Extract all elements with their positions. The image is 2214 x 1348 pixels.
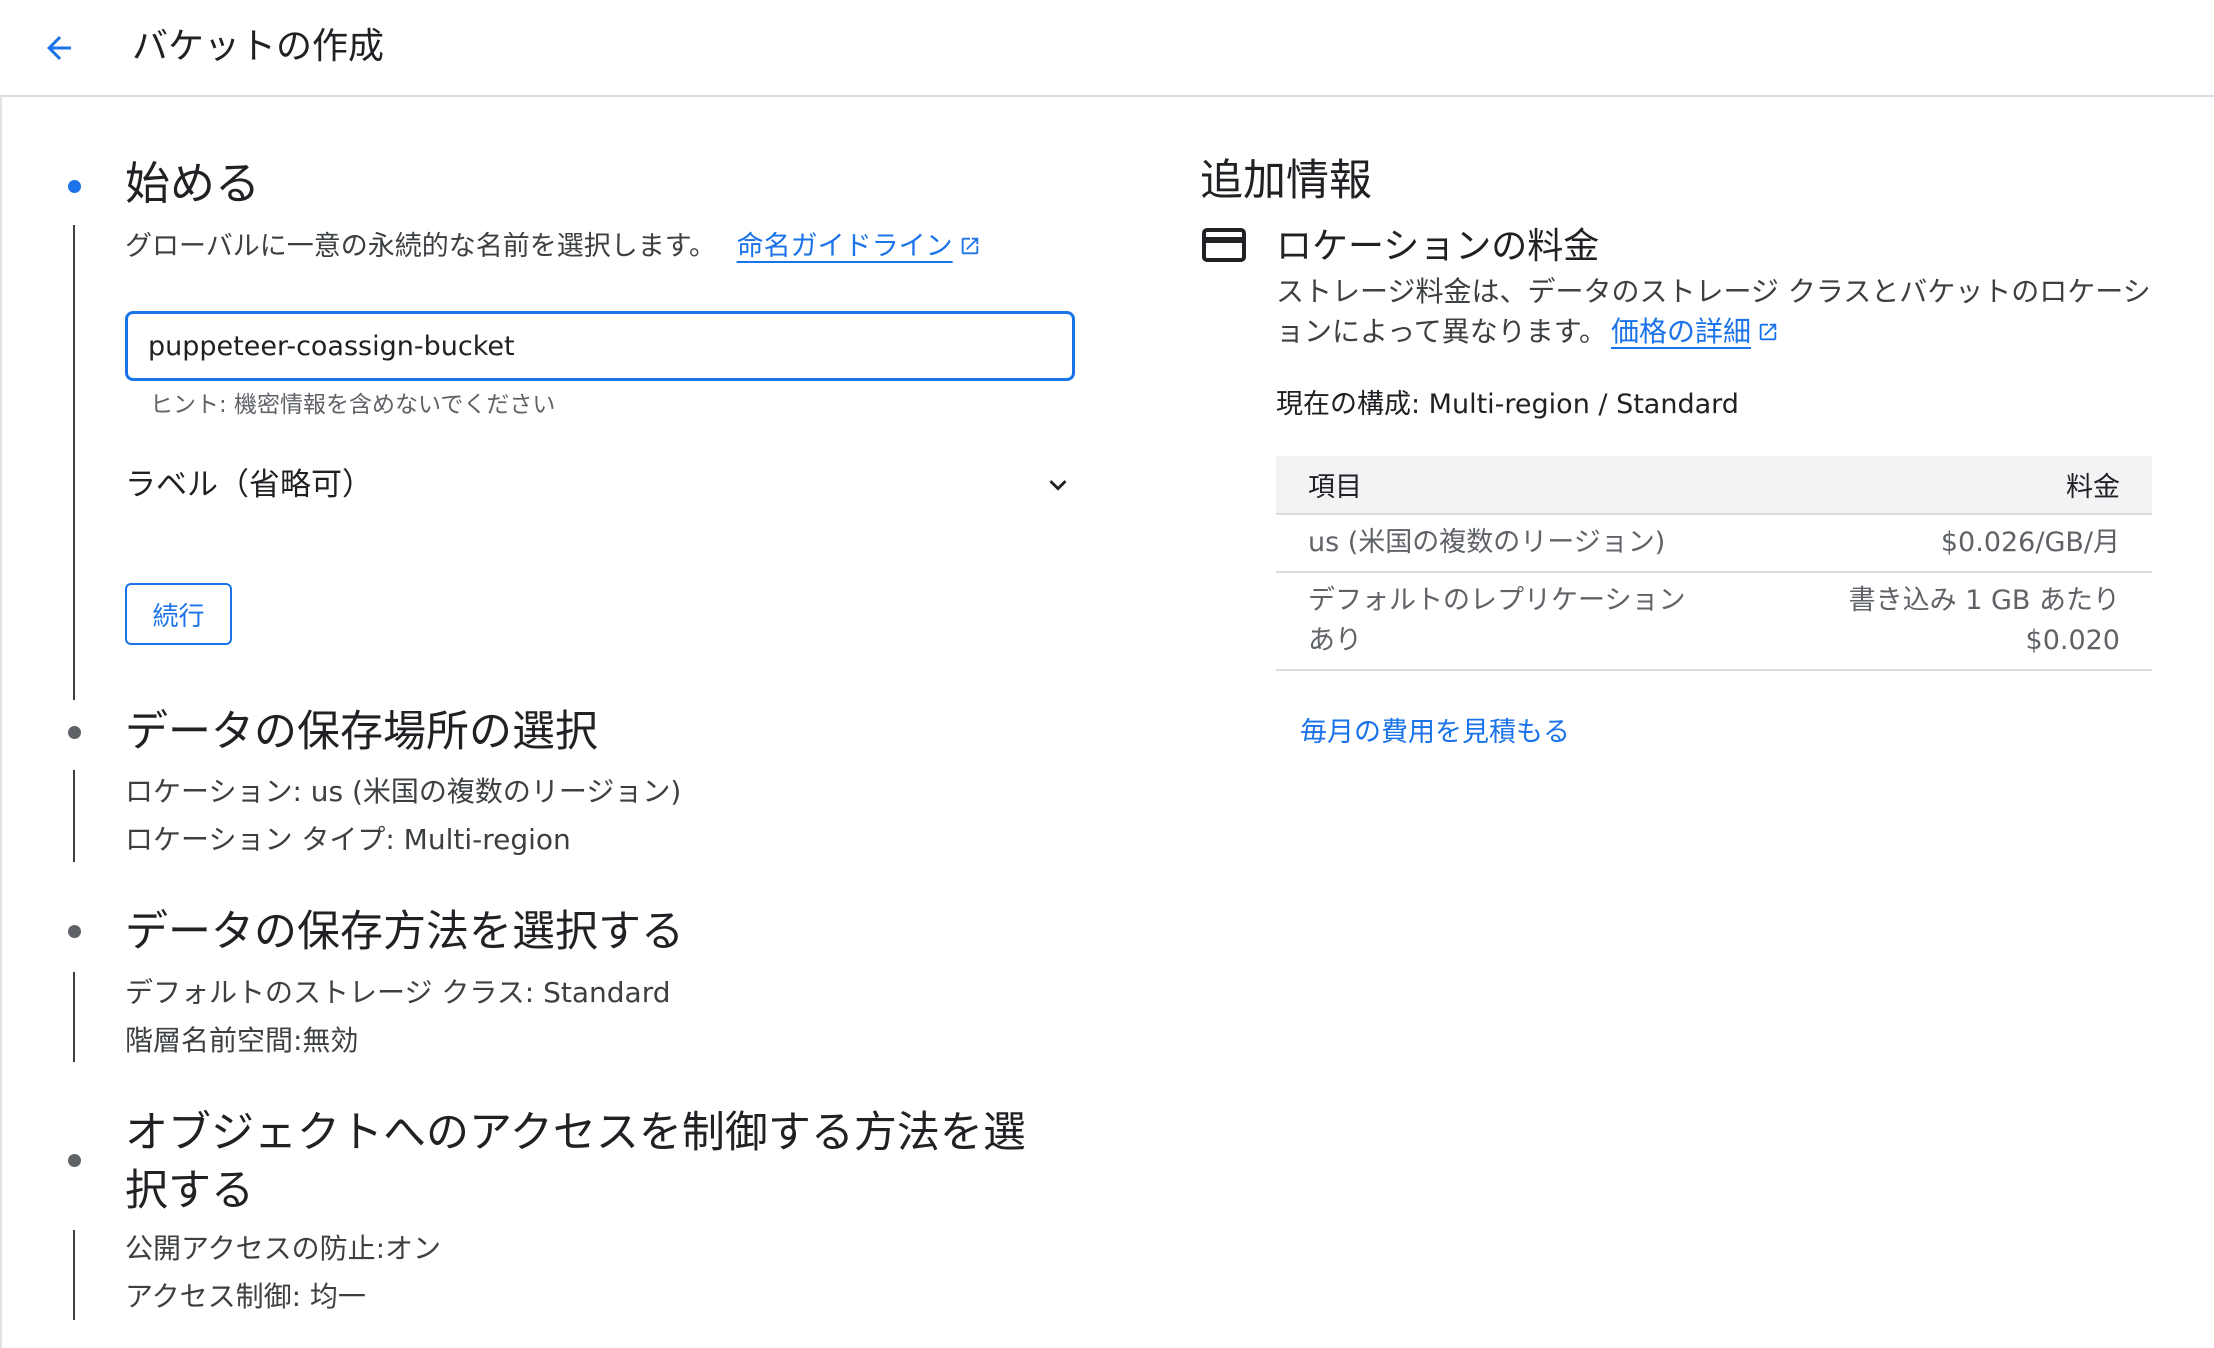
window-edge: [0, 0, 2, 1348]
step-title-start: 始める: [125, 157, 261, 210]
credit-card-icon: [1202, 228, 1246, 262]
price-value-cont: $0.020: [2025, 625, 2120, 656]
continue-button[interactable]: 続行: [125, 583, 232, 645]
step-title-storage: データの保存方法を選択する: [125, 907, 684, 957]
table-row: us (米国の複数のリージョン) $0.026/GB/月: [1276, 514, 2152, 573]
location-pricing-description: ストレージ料金は、データのストレージ クラスとバケットのロケーシ ョンによって異…: [1276, 272, 2176, 352]
column-header-price: 料金: [1779, 456, 2152, 515]
item-label: デフォルトのレプリケーション: [1308, 585, 1686, 616]
table-cell-item: us (米国の複数のリージョン): [1276, 514, 1780, 573]
name-description-text: グローバルに一意の永続的な名前を選択します。: [125, 231, 717, 262]
item-label: us (米国の複数のリージョン): [1308, 527, 1666, 558]
location-summary: ロケーション: us (米国の複数のリージョン): [125, 775, 682, 808]
back-button[interactable]: [33, 22, 85, 74]
step-connector: [73, 972, 75, 1062]
bucket-name-hint: ヒント: 機密情報を含めないでください: [150, 392, 556, 418]
step-indicator-storage: [68, 925, 81, 938]
pricing-table-header: 項目 料金: [1276, 456, 2152, 515]
pricing-details-link[interactable]: 価格の詳細: [1611, 315, 1751, 348]
labels-expander[interactable]: ラベル（省略可）: [125, 460, 1075, 510]
step-title-access-line1: オブジェクトへのアクセスを制御する方法を選: [125, 1108, 1026, 1158]
table-cell-item: デフォルトのレプリケーション あり: [1276, 572, 1780, 671]
page-title: バケットの作成: [132, 26, 385, 67]
step-title-access-line2: 択する: [125, 1166, 254, 1216]
step-title-access: オブジェクトへのアクセスを制御する方法を選 択する: [125, 1104, 1026, 1220]
bucket-name-input[interactable]: [125, 311, 1075, 381]
info-panel-title: 追加情報: [1200, 156, 1372, 206]
table-cell-price: 書き込み 1 GB あたり $0.020: [1779, 572, 2152, 671]
open-in-new-icon: [961, 237, 978, 255]
step-indicator-start: [68, 180, 81, 193]
step-indicator-access: [68, 1154, 81, 1167]
arrow-left-icon: [47, 36, 71, 60]
public-access-summary: 公開アクセスの防止:オン: [125, 1232, 442, 1265]
chevron-down-icon: [1049, 480, 1067, 491]
pricing-desc-line1: ストレージ料金は、データのストレージ クラスとバケットのロケーシ: [1276, 275, 2151, 308]
storage-class-summary: デフォルトのストレージ クラス: Standard: [125, 976, 671, 1009]
access-control-summary: アクセス制御: 均一: [125, 1280, 366, 1313]
step-connector: [73, 225, 75, 700]
pricing-desc-line2-text: ョンによって異なります。: [1276, 315, 1607, 348]
pricing-desc-line2: ョンによって異なります。 価格の詳細: [1276, 312, 2176, 352]
labels-expander-label: ラベル（省略可）: [125, 467, 373, 503]
price-value: $0.026/GB/月: [1940, 527, 2120, 558]
create-bucket-page: バケットの作成 始める グローバルに一意の永続的な名前を選択します。 命名ガイド…: [0, 0, 2214, 1348]
open-in-new-icon: [1759, 323, 1777, 341]
name-description: グローバルに一意の永続的な名前を選択します。 命名ガイドライン: [125, 227, 981, 267]
table-cell-price: $0.026/GB/月: [1779, 514, 2152, 573]
item-label-cont: あり: [1308, 625, 1362, 656]
naming-guide-link[interactable]: 命名ガイドライン: [737, 231, 953, 262]
page-header: バケットの作成: [0, 0, 2214, 97]
step-title-location: データの保存場所の選択: [125, 707, 598, 757]
pricing-table: 項目 料金 us (米国の複数のリージョン) $0.026/GB/月 デフォルト…: [1276, 456, 2152, 671]
column-header-item: 項目: [1276, 456, 1780, 515]
step-connector: [73, 770, 75, 862]
namespace-summary: 階層名前空間:無効: [125, 1024, 359, 1057]
estimate-monthly-cost-link[interactable]: 毎月の費用を見積もる: [1300, 714, 1570, 752]
step-connector: [73, 1230, 75, 1320]
current-config: 現在の構成: Multi-region / Standard: [1276, 389, 1739, 420]
table-row: デフォルトのレプリケーション あり 書き込み 1 GB あたり $0.020: [1276, 572, 2152, 671]
location-type-summary: ロケーション タイプ: Multi-region: [125, 823, 571, 856]
location-pricing-title: ロケーションの料金: [1276, 226, 1600, 267]
step-indicator-location: [68, 726, 81, 739]
price-value: 書き込み 1 GB あたり: [1848, 585, 2120, 616]
